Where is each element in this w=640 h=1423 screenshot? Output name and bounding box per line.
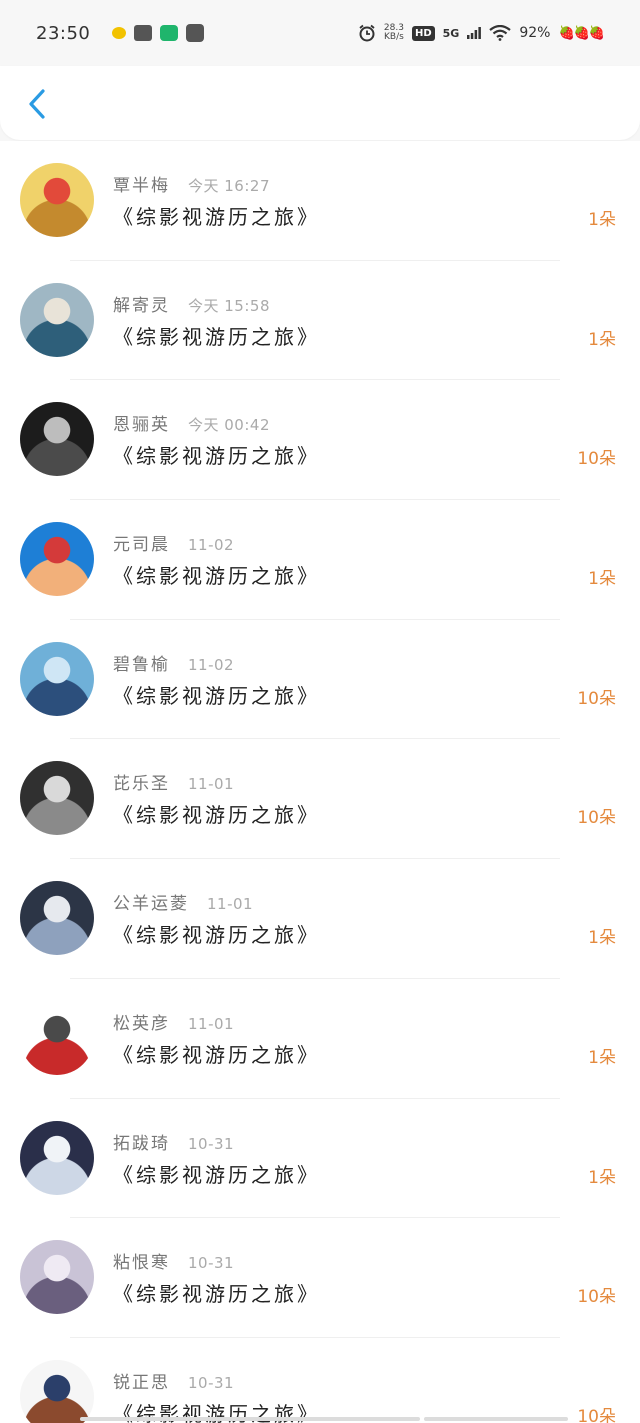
user-name-text: 解寄灵	[113, 295, 170, 316]
card-icon	[134, 25, 153, 41]
avatar[interactable]	[20, 282, 94, 357]
timestamp: 今天 16:27	[188, 177, 270, 195]
network-speed-unit: KB/s	[384, 32, 404, 42]
flower-count: 10朵	[577, 688, 616, 709]
network-type: 5G	[442, 26, 460, 40]
gift-list: 覃半梅 今天 16:27 《综影视游历之旅》 1朵 解寄灵 今天 15:58 《综影视游历之…	[0, 141, 640, 1423]
avatar[interactable]	[20, 881, 94, 956]
flower-count: 1朵	[588, 569, 616, 590]
timestamp: 11-02	[188, 655, 235, 674]
user-name: 公羊运菱 11-01	[113, 889, 253, 914]
user-name: 芘乐圣 11-01	[113, 769, 234, 794]
list-item[interactable]: 松英彦 11-01 《综影视游历之旅》 1朵	[0, 978, 640, 1099]
chat-icon	[112, 27, 127, 39]
timestamp: 11-01	[207, 895, 254, 914]
list-item[interactable]: 公羊运菱 11-01 《综影视游历之旅》 1朵	[0, 859, 640, 979]
list-item[interactable]: 解寄灵 今天 15:58 《综影视游历之旅》 1朵	[0, 260, 640, 381]
user-name-text: 覃半梅	[113, 176, 170, 196]
user-name-text: 松英彦	[113, 1013, 170, 1034]
book-title: 《综影视游历之旅》	[113, 1162, 320, 1187]
avatar[interactable]	[20, 641, 94, 716]
timestamp: 10-31	[188, 1134, 235, 1153]
book-title: 《综影视游历之旅》	[113, 324, 320, 349]
scroll-indicator-left	[80, 1417, 420, 1421]
flower-count: 10朵	[577, 1287, 616, 1308]
user-name: 锐正思 10-31	[113, 1368, 234, 1393]
status-bar-left: 23:50	[36, 22, 205, 44]
network-speed: 28.3 KB/s	[384, 24, 404, 42]
timestamp: 11-01	[188, 775, 235, 794]
avatar[interactable]	[20, 163, 94, 237]
flower-count: 1朵	[588, 1047, 616, 1068]
back-button[interactable]	[22, 84, 52, 124]
hd-badge: HD	[411, 25, 435, 41]
flower-count: 1朵	[588, 329, 616, 350]
user-name: 碧鲁榆 11-02	[113, 650, 234, 675]
user-name: 松英彦 11-01	[113, 1009, 234, 1034]
book-title: 《综影视游历之旅》	[113, 205, 320, 229]
timestamp: 11-01	[188, 1014, 235, 1033]
timestamp: 11-02	[188, 536, 235, 555]
user-name-text: 碧鲁榆	[113, 654, 170, 675]
timestamp: 今天 00:42	[188, 416, 270, 435]
list-item[interactable]: 粘恨寒 10-31 《综影视游历之旅》 10朵	[0, 1218, 640, 1338]
book-title: 《综影视游历之旅》	[113, 683, 320, 708]
status-time: 23:50	[36, 22, 91, 44]
book-title: 《综影视游历之旅》	[113, 564, 320, 589]
strawberry-icon: 🍓🍓🍓	[558, 25, 605, 41]
user-name-text: 恩骊英	[113, 415, 170, 436]
user-name-text: 锐正思	[113, 1372, 170, 1393]
user-name-text: 公羊运菱	[113, 894, 189, 915]
top-nav-bar	[0, 66, 640, 140]
alarm-icon	[359, 24, 375, 42]
list-item[interactable]: 芘乐圣 11-01 《综影视游历之旅》 10朵	[0, 739, 640, 860]
book-title: 《综影视游历之旅》	[113, 444, 320, 469]
flower-count: 10朵	[577, 1406, 616, 1423]
timestamp: 10-31	[188, 1373, 235, 1392]
flower-count: 1朵	[588, 1167, 616, 1188]
app-icon	[186, 24, 205, 42]
list-item[interactable]: 元司晨 11-02 《综影视游历之旅》 1朵	[0, 500, 640, 620]
book-title: 《综影视游历之旅》	[113, 1282, 320, 1307]
user-name: 元司晨 11-02	[113, 530, 234, 555]
list-item[interactable]: 恩骊英 今天 00:42 《综影视游历之旅》 10朵	[0, 380, 640, 501]
user-name-text: 元司晨	[113, 535, 170, 556]
user-name: 恩骊英 今天 00:42	[113, 410, 270, 435]
list-item[interactable]: 覃半梅 今天 16:27 《综影视游历之旅》 1朵	[0, 141, 640, 261]
avatar[interactable]	[20, 761, 94, 836]
avatar[interactable]	[20, 1120, 94, 1195]
user-name: 解寄灵 今天 15:58	[113, 291, 270, 316]
book-title: 《综影视游历之旅》	[113, 803, 320, 828]
flower-count: 10朵	[577, 449, 616, 470]
chevron-left-icon	[29, 89, 45, 119]
user-name: 粘恨寒 10-31	[113, 1248, 234, 1273]
scroll-indicator-right	[424, 1417, 568, 1421]
list-item[interactable]: 碧鲁榆 11-02 《综影视游历之旅》 10朵	[0, 619, 640, 740]
signal-icon	[467, 27, 482, 39]
list-item[interactable]: 锐正思 10-31 《综影视游历之旅》 10朵	[0, 1337, 640, 1423]
avatar[interactable]	[20, 1000, 94, 1075]
avatar[interactable]	[20, 1240, 94, 1315]
user-name: 拓跋琦 10-31	[113, 1129, 234, 1154]
flower-count: 1朵	[588, 210, 616, 230]
status-bar: 23:50 28.3 KB/s HD 5G 92% 🍓�	[0, 0, 640, 66]
avatar[interactable]	[20, 402, 94, 477]
timestamp: 今天 15:58	[188, 296, 270, 315]
wifi-icon	[489, 25, 511, 41]
status-bar-right: 28.3 KB/s HD 5G 92% 🍓🍓🍓	[358, 24, 605, 42]
book-title: 《综影视游历之旅》	[113, 1042, 320, 1067]
user-name: 覃半梅 今天 16:27	[113, 171, 270, 196]
avatar[interactable]	[20, 522, 94, 597]
user-name-text: 拓跋琦	[113, 1133, 170, 1154]
flower-count: 10朵	[577, 808, 616, 829]
book-title: 《综影视游历之旅》	[113, 923, 320, 948]
flower-count: 1朵	[588, 928, 616, 949]
battery-percent: 92%	[519, 25, 551, 41]
user-name-text: 粘恨寒	[113, 1253, 170, 1274]
list-item[interactable]: 拓跋琦 10-31 《综影视游历之旅》 1朵	[0, 1098, 640, 1219]
avatar[interactable]	[20, 1359, 94, 1423]
timestamp: 10-31	[188, 1254, 235, 1273]
user-name-text: 芘乐圣	[113, 774, 170, 795]
video-icon	[160, 25, 179, 41]
